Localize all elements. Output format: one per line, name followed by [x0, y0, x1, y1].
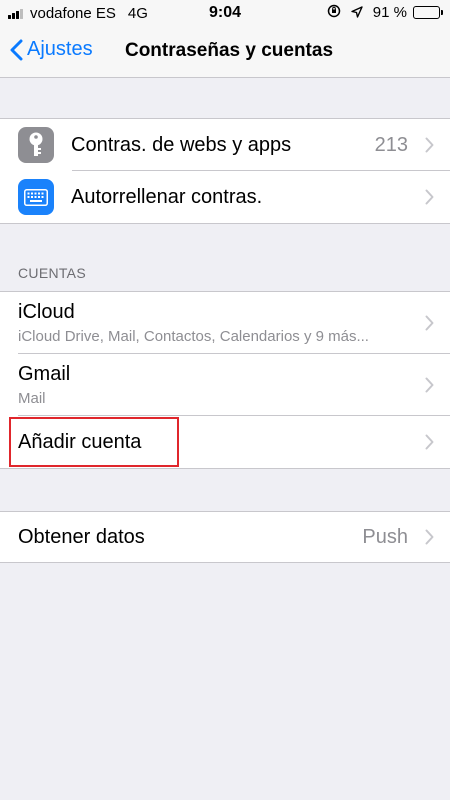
gmail-text: Gmail Mail	[18, 363, 70, 407]
gmail-account-row[interactable]: Gmail Mail	[0, 354, 450, 416]
fetch-data-label: Obtener datos	[18, 525, 145, 548]
websites-passwords-label: Contras. de webs y apps	[71, 133, 292, 156]
key-icon	[18, 127, 54, 163]
location-icon	[351, 5, 363, 21]
autofill-passwords-label: Autorrellenar contras.	[71, 185, 263, 208]
passwords-count: 213	[374, 133, 408, 156]
add-account-highlight	[9, 417, 179, 467]
chevron-right-icon	[425, 189, 434, 205]
icloud-label: iCloud	[18, 301, 75, 323]
icloud-services: iCloud Drive, Mail, Contactos, Calendari…	[18, 328, 369, 345]
chevron-right-icon	[425, 434, 434, 450]
chevron-right-icon	[425, 137, 434, 153]
fetch-group: Obtener datos Push	[0, 511, 450, 563]
autofill-passwords-row[interactable]: Autorrellenar contras.	[0, 171, 450, 223]
battery-icon	[413, 6, 443, 19]
orientation-lock-icon	[327, 4, 341, 21]
chevron-right-icon	[425, 377, 434, 393]
gmail-label: Gmail	[18, 363, 71, 385]
navigation-bar: Ajustes Contraseñas y cuentas	[0, 26, 450, 78]
page-title: Contraseñas y cuentas	[124, 40, 334, 61]
accounts-section-header: CUENTAS	[18, 265, 86, 281]
icloud-text: iCloud iCloud Drive, Mail, Contactos, Ca…	[18, 301, 369, 345]
chevron-right-icon	[425, 315, 434, 331]
icloud-account-row[interactable]: iCloud iCloud Drive, Mail, Contactos, Ca…	[0, 292, 450, 354]
gmail-services: Mail	[18, 390, 46, 407]
fetch-data-row[interactable]: Obtener datos Push	[0, 512, 450, 562]
status-right: 91 %	[327, 4, 443, 21]
keyboard-icon	[18, 179, 54, 215]
status-bar: vodafone ES 4G 9:04 91 %	[0, 0, 450, 26]
websites-passwords-row[interactable]: Contras. de webs y apps 213	[0, 119, 450, 171]
battery-percent: 91 %	[372, 4, 407, 21]
chevron-right-icon	[425, 529, 434, 545]
passwords-group: Contras. de webs y apps 213 Autorrellena…	[0, 118, 450, 224]
fetch-data-value: Push	[362, 525, 408, 548]
